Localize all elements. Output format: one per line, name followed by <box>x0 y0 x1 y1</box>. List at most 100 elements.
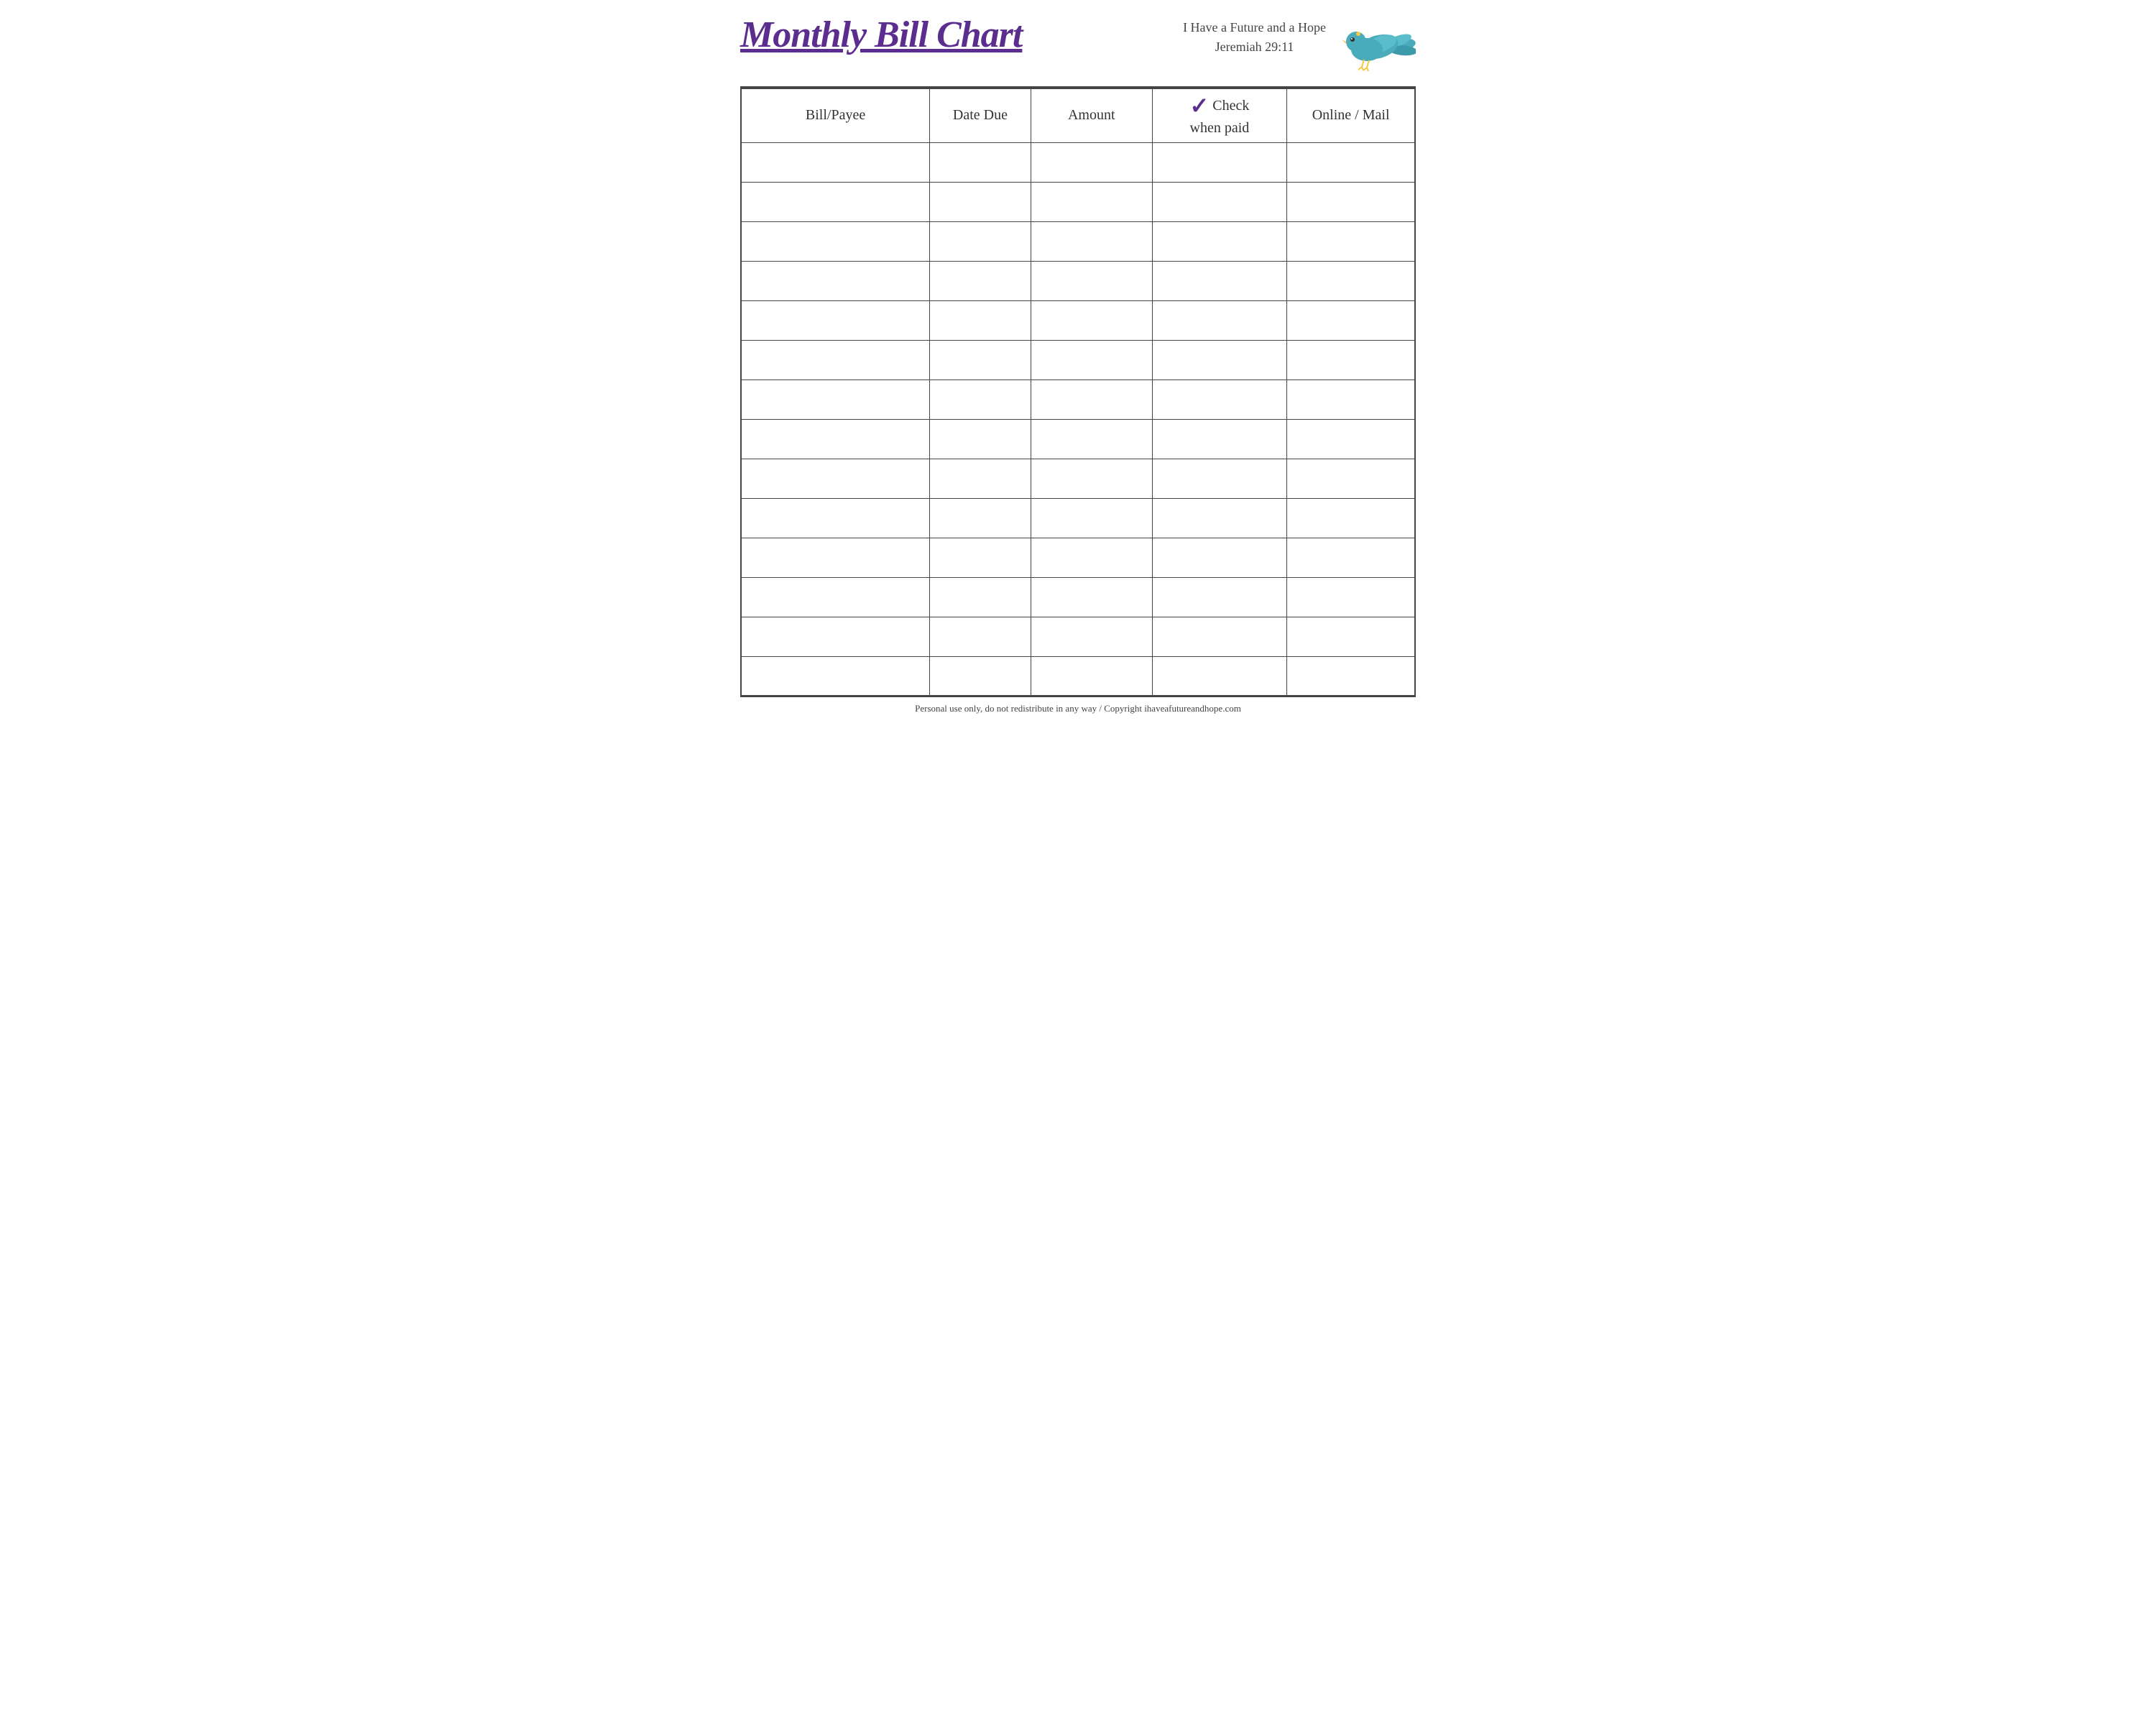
col-header-check-when-paid: ✓ Check when paid <box>1152 88 1287 142</box>
col-header-amount: Amount <box>1031 88 1152 142</box>
table-cell <box>1152 182 1287 221</box>
table-cell <box>930 538 1031 577</box>
table-cell <box>1287 300 1415 340</box>
check-text-top: Check <box>1212 98 1249 114</box>
table-cell <box>1152 538 1287 577</box>
check-header-content: ✓ Check when paid <box>1153 94 1287 137</box>
table-cell <box>1287 340 1415 380</box>
table-cell <box>1287 182 1415 221</box>
table-cell <box>1152 340 1287 380</box>
table-cell <box>741 419 930 459</box>
table-cell <box>741 261 930 300</box>
table-row <box>741 380 1415 419</box>
table-cell <box>930 340 1031 380</box>
table-cell <box>1152 419 1287 459</box>
table-cell <box>1152 142 1287 182</box>
bird-icon <box>1337 11 1416 75</box>
scripture-line2: Jeremiah 29:11 <box>1183 37 1326 57</box>
table-cell <box>930 261 1031 300</box>
table-cell <box>1287 538 1415 577</box>
footer: Personal use only, do not redistribute i… <box>740 696 1416 720</box>
footer-text: Personal use only, do not redistribute i… <box>915 703 1241 714</box>
table-cell <box>1031 340 1152 380</box>
bird-illustration <box>1337 11 1416 75</box>
title-area: Monthly Bill Chart <box>740 14 1022 55</box>
table-cell <box>1031 300 1152 340</box>
table-cell <box>741 498 930 538</box>
table-row <box>741 340 1415 380</box>
table-cell <box>1031 221 1152 261</box>
table-cell <box>1152 380 1287 419</box>
table-row <box>741 617 1415 656</box>
table-cell <box>1031 142 1152 182</box>
col-header-date-due: Date Due <box>930 88 1031 142</box>
table-row <box>741 142 1415 182</box>
table-cell <box>1287 577 1415 617</box>
table-row <box>741 419 1415 459</box>
table-cell <box>930 142 1031 182</box>
table-cell <box>930 577 1031 617</box>
table-cell <box>741 538 930 577</box>
table-cell <box>1031 261 1152 300</box>
table-row <box>741 538 1415 577</box>
scripture-line1: I Have a Future and a Hope <box>1183 18 1326 37</box>
table-cell <box>741 182 930 221</box>
table-header-row: Bill/Payee Date Due Amount ✓ Check when … <box>741 88 1415 142</box>
table-cell <box>930 656 1031 696</box>
table-cell <box>1287 656 1415 696</box>
table-cell <box>1031 577 1152 617</box>
table-cell <box>930 459 1031 498</box>
table-cell <box>1287 459 1415 498</box>
table-cell <box>741 380 930 419</box>
table-row <box>741 498 1415 538</box>
table-cell <box>741 617 930 656</box>
table-cell <box>1152 617 1287 656</box>
table-cell <box>1287 142 1415 182</box>
table-row <box>741 261 1415 300</box>
table-cell <box>930 419 1031 459</box>
table-cell <box>741 656 930 696</box>
table-cell <box>741 577 930 617</box>
table-cell <box>1152 656 1287 696</box>
table-row <box>741 656 1415 696</box>
table-cell <box>1031 656 1152 696</box>
table-cell <box>1031 182 1152 221</box>
page: Monthly Bill Chart I Have a Future and a… <box>719 0 1437 727</box>
header-right: I Have a Future and a Hope Jeremiah 29:1… <box>1183 14 1416 75</box>
table-cell <box>930 617 1031 656</box>
table-cell <box>930 182 1031 221</box>
table-cell <box>930 380 1031 419</box>
page-title: Monthly Bill Chart <box>740 14 1022 55</box>
table-cell <box>1152 498 1287 538</box>
table-cell <box>1287 419 1415 459</box>
header: Monthly Bill Chart I Have a Future and a… <box>740 14 1416 75</box>
table-row <box>741 577 1415 617</box>
table-cell <box>930 498 1031 538</box>
table-cell <box>930 221 1031 261</box>
table-cell <box>1152 459 1287 498</box>
table-cell <box>741 459 930 498</box>
table-cell <box>1031 419 1152 459</box>
col-header-online-mail: Online / Mail <box>1287 88 1415 142</box>
scripture: I Have a Future and a Hope Jeremiah 29:1… <box>1183 18 1326 57</box>
table-cell <box>1287 261 1415 300</box>
col-header-bill-payee: Bill/Payee <box>741 88 930 142</box>
table-cell <box>1152 577 1287 617</box>
table-cell <box>1152 300 1287 340</box>
table-cell <box>1031 459 1152 498</box>
table-cell <box>1287 221 1415 261</box>
table-cell <box>1031 538 1152 577</box>
table-cell <box>930 300 1031 340</box>
table-cell <box>1152 261 1287 300</box>
table-cell <box>1152 221 1287 261</box>
table-cell <box>1031 617 1152 656</box>
table-cell <box>1031 498 1152 538</box>
table-row <box>741 459 1415 498</box>
table-cell <box>1287 617 1415 656</box>
table-cell <box>741 340 930 380</box>
table-cell <box>1031 380 1152 419</box>
bill-chart-table: Bill/Payee Date Due Amount ✓ Check when … <box>740 88 1416 696</box>
table-cell <box>1287 380 1415 419</box>
table-cell <box>741 221 930 261</box>
table-cell <box>741 300 930 340</box>
